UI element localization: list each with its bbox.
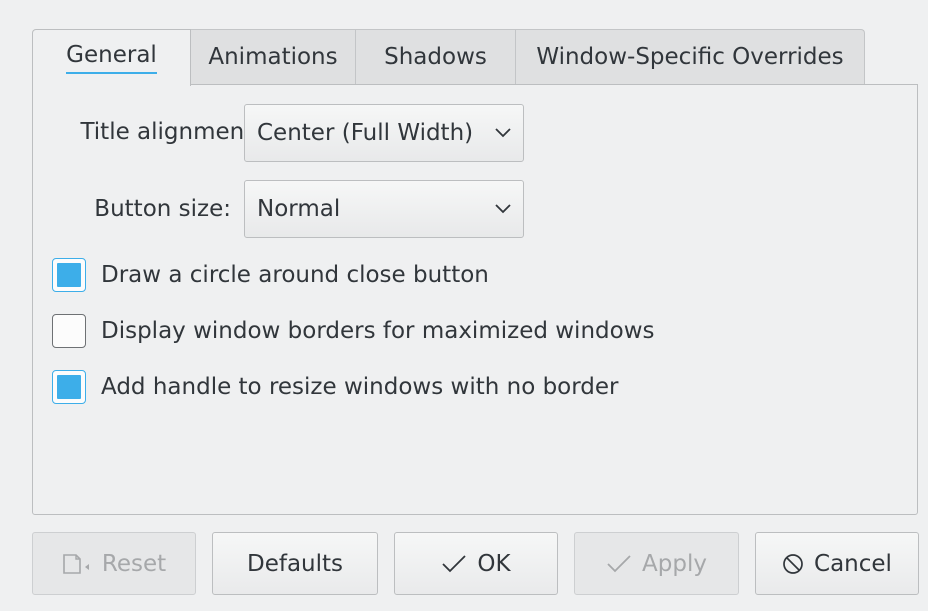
tab-window-specific-overrides[interactable]: Window-Specific Overrides	[515, 29, 865, 84]
ok-button[interactable]: OK	[394, 532, 558, 595]
reset-button[interactable]: Reset	[32, 532, 196, 595]
reset-label: Reset	[101, 550, 167, 577]
chevron-down-icon	[483, 180, 523, 238]
tab-label: Window-Specific Overrides	[536, 44, 844, 70]
button-size-label: Button size:	[94, 196, 231, 222]
tab-bar: General Animations Shadows Window-Specif…	[32, 29, 865, 86]
defaults-button[interactable]: Defaults	[212, 532, 378, 595]
button-size-combo[interactable]: Normal	[244, 180, 524, 238]
cancel-button[interactable]: Cancel	[755, 532, 919, 595]
display-borders-maximized-checkbox-row[interactable]: Display window borders for maximized win…	[52, 313, 655, 349]
checkmark-icon	[606, 554, 632, 574]
tab-general[interactable]: General	[32, 29, 191, 86]
checkbox-label: Display window borders for maximized win…	[101, 318, 655, 344]
checkmark-icon	[441, 554, 467, 574]
tab-label: Shadows	[384, 44, 487, 70]
tab-shadows[interactable]: Shadows	[355, 29, 516, 84]
title-alignment-combo[interactable]: Center (Full Width)	[244, 104, 524, 162]
add-resize-handle-checkbox-row[interactable]: Add handle to resize windows with no bor…	[52, 369, 619, 405]
combo-value: Center (Full Width)	[257, 120, 474, 146]
cancel-circle-icon	[782, 553, 804, 575]
tab-animations[interactable]: Animations	[190, 29, 356, 84]
checkbox-checked-indicator	[57, 263, 81, 287]
checkbox-label: Add handle to resize windows with no bor…	[101, 374, 619, 400]
checkbox[interactable]	[52, 314, 86, 348]
tab-label: Animations	[208, 44, 338, 70]
cancel-label: Cancel	[814, 550, 892, 577]
apply-button[interactable]: Apply	[574, 532, 739, 595]
title-alignment-label: Title alignment:	[80, 119, 261, 145]
document-revert-icon	[62, 553, 92, 575]
ok-label: OK	[477, 550, 511, 577]
checkbox-checked-indicator	[57, 375, 81, 399]
checkbox[interactable]	[52, 258, 86, 292]
combo-value: Normal	[257, 196, 341, 222]
checkbox-label: Draw a circle around close button	[101, 262, 489, 288]
chevron-down-icon	[483, 104, 523, 162]
tab-label: General	[66, 42, 157, 74]
checkbox[interactable]	[52, 370, 86, 404]
draw-circle-close-checkbox-row[interactable]: Draw a circle around close button	[52, 257, 489, 293]
apply-label: Apply	[642, 550, 707, 577]
general-tab-panel: Title alignment: Center (Full Width) But…	[32, 84, 918, 515]
defaults-label: Defaults	[246, 550, 344, 577]
decoration-settings-dialog: General Animations Shadows Window-Specif…	[0, 0, 928, 611]
